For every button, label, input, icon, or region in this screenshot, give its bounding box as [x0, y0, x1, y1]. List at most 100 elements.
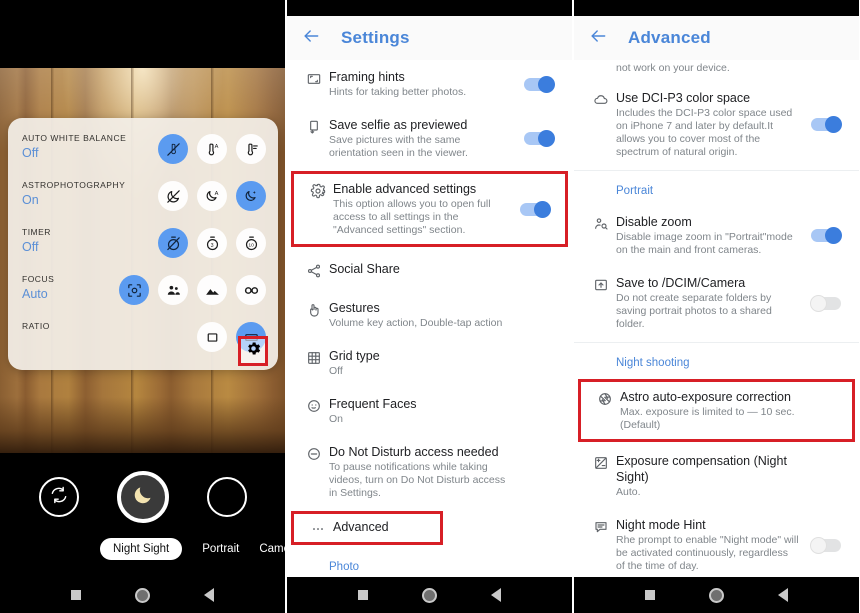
settings-item-body: Frequent Faces On [329, 396, 518, 426]
advanced-item-toggle[interactable] [805, 517, 847, 573]
focus-landscape-icon[interactable] [197, 275, 227, 305]
settings-list[interactable]: Framing hints Hints for taking better ph… [287, 60, 572, 577]
three-panel-screenshot: AUTO WHITE BALANCE Off A ASTROPHOTOGRAPH… [0, 0, 860, 613]
quick-setting-row: AUTO WHITE BALANCE Off A [22, 132, 266, 179]
toggle-switch-on[interactable] [524, 75, 555, 93]
settings-item-grid-type[interactable]: Grid type Off [287, 339, 572, 387]
astro-off-icon[interactable] [158, 181, 188, 211]
camera-mode-camera[interactable]: Came [259, 543, 285, 555]
gallery-button[interactable] [206, 477, 247, 517]
gear-icon [303, 181, 333, 237]
advanced-item-toggle[interactable] [805, 214, 847, 257]
square-icon[interactable] [645, 590, 655, 600]
wb-thermometer-auto-icon[interactable]: A [197, 134, 227, 164]
back-arrow-icon[interactable] [588, 26, 610, 51]
settings-sheet: Settings Framing hints Hints for taking … [287, 0, 572, 613]
switch-camera-button[interactable] [38, 477, 79, 517]
advanced-item-body: Save to /DCIM/Camera Do not create separ… [616, 275, 805, 331]
back-triangle-icon[interactable] [778, 588, 788, 602]
settings-item-framing-hints[interactable]: Framing hints Hints for taking better ph… [287, 60, 572, 108]
camera-mode-portrait[interactable]: Portrait [202, 543, 239, 555]
settings-item-social-share[interactable]: Social Share [287, 249, 572, 291]
square-icon[interactable] [71, 590, 81, 600]
shutter-button[interactable] [116, 471, 169, 523]
settings-item-subtitle: Volume key action, Double-tap action [329, 317, 503, 329]
more-horizontal-icon [303, 519, 333, 537]
advanced-item-subtitle: Rhe prompt to enable "Night mode" will b… [616, 534, 799, 572]
settings-item-gestures[interactable]: Gestures Volume key action, Double-tap a… [287, 291, 572, 339]
advanced-item-astro-auto-exposure[interactable]: Astro auto-exposure correction Max. expo… [578, 379, 855, 442]
toggle-switch-on[interactable] [811, 116, 842, 133]
advanced-item-dci-p3[interactable]: Use DCI-P3 color space Includes the DCI-… [574, 81, 859, 168]
timer-off-icon[interactable] [158, 228, 188, 258]
focus-people-icon[interactable] [158, 275, 188, 305]
camera-mode-night-sight[interactable]: Night Sight [100, 538, 183, 560]
settings-item-toggle[interactable] [518, 117, 560, 160]
advanced-item-toggle[interactable] [805, 275, 847, 331]
square-icon[interactable] [358, 590, 368, 600]
timer-3s-icon[interactable]: 3 [197, 228, 227, 258]
status-bar [287, 0, 572, 16]
ratio-4-3-icon[interactable] [197, 322, 227, 352]
focus-infinity-icon[interactable] [236, 275, 266, 305]
gear-icon [245, 340, 262, 362]
toggle-switch-off[interactable] [810, 536, 841, 554]
settings-item-subtitle: This option allows you to open full acce… [333, 198, 491, 236]
wb-auto-off-icon[interactable] [158, 134, 188, 164]
settings-item-enable-advanced-settings[interactable]: Enable advanced settings This option all… [291, 171, 568, 247]
section-divider [574, 170, 859, 171]
home-circle-icon[interactable] [422, 587, 437, 603]
camera-quick-settings-card: AUTO WHITE BALANCE Off A ASTROPHOTOGRAPH… [8, 118, 278, 370]
settings-item-frequent-faces[interactable]: Frequent Faces On [287, 387, 572, 435]
back-triangle-icon[interactable] [491, 588, 501, 602]
settings-item-title: Save selfie as previewed [329, 118, 468, 132]
advanced-item-save-to-dcim[interactable]: Save to /DCIM/Camera Do not create separ… [574, 266, 859, 340]
advanced-item-title: Astro auto-exposure correction [620, 390, 791, 404]
advanced-item-subtitle: Auto. [616, 486, 641, 498]
advanced-sheet: Advanced not work on your device. Use DC… [574, 0, 859, 613]
advanced-appbar: Advanced [574, 16, 859, 60]
settings-item-subtitle: Save pictures with the same orientation … [329, 134, 468, 159]
settings-item-subtitle: On [329, 413, 344, 425]
advanced-item-night-mode-hint[interactable]: Night mode Hint Rhe prompt to enable "Ni… [574, 508, 859, 577]
advanced-item-title: Use DCI-P3 color space [616, 91, 751, 105]
settings-item-advanced[interactable]: Advanced [291, 511, 443, 545]
timer-10s-icon[interactable]: 10 [236, 228, 266, 258]
home-circle-icon[interactable] [135, 587, 150, 603]
settings-item-body: Social Share [329, 261, 518, 279]
settings-item-title: Do Not Disturb access needed [329, 445, 499, 459]
wb-thermometer-icon[interactable] [236, 134, 266, 164]
toggle-switch-on[interactable] [811, 227, 842, 244]
camera-settings-gear-button[interactable] [238, 336, 268, 366]
svg-text:A: A [214, 191, 218, 197]
settings-item-toggle-placeholder [518, 300, 560, 330]
section-divider [574, 342, 859, 343]
settings-section-photo: Photo [329, 561, 360, 573]
advanced-item-disable-zoom[interactable]: Disable zoom Disable image zoom in "Port… [574, 205, 859, 266]
home-circle-icon[interactable] [709, 587, 724, 603]
switch-camera-icon [49, 485, 69, 510]
astro-on-icon[interactable] [236, 181, 266, 211]
settings-item-toggle[interactable] [518, 69, 560, 99]
share-icon [299, 261, 329, 279]
settings-item-do-not-disturb[interactable]: Do Not Disturb access needed To pause no… [287, 435, 572, 509]
settings-item-body: Framing hints Hints for taking better ph… [329, 69, 518, 99]
settings-item-save-selfie[interactable]: Save selfie as previewed Save pictures w… [287, 108, 572, 169]
camera-mode-carousel[interactable]: Night Sight Portrait Came [0, 536, 285, 562]
android-navbar [574, 577, 859, 613]
advanced-list[interactable]: not work on your device. Use DCI-P3 colo… [574, 60, 859, 577]
toggle-switch-on[interactable] [524, 130, 555, 147]
advanced-item-toggle[interactable] [805, 90, 847, 159]
toggle-switch-off[interactable] [810, 294, 841, 312]
advanced-item-body: Night mode Hint Rhe prompt to enable "Ni… [616, 517, 805, 573]
toggle-switch-on[interactable] [520, 200, 551, 218]
back-triangle-icon[interactable] [204, 588, 214, 602]
back-arrow-icon[interactable] [301, 26, 323, 51]
framing-hints-icon [299, 69, 329, 99]
astro-auto-icon[interactable]: A [197, 181, 227, 211]
hint-bubble-icon [586, 517, 616, 573]
advanced-item-exposure-compensation[interactable]: Exposure compensation (Night Sight) Auto… [574, 444, 859, 508]
settings-item-toggle[interactable] [514, 181, 556, 237]
focus-auto-icon[interactable] [119, 275, 149, 305]
advanced-item-subtitle: Max. exposure is limited to — 10 sec. (D… [620, 406, 795, 431]
